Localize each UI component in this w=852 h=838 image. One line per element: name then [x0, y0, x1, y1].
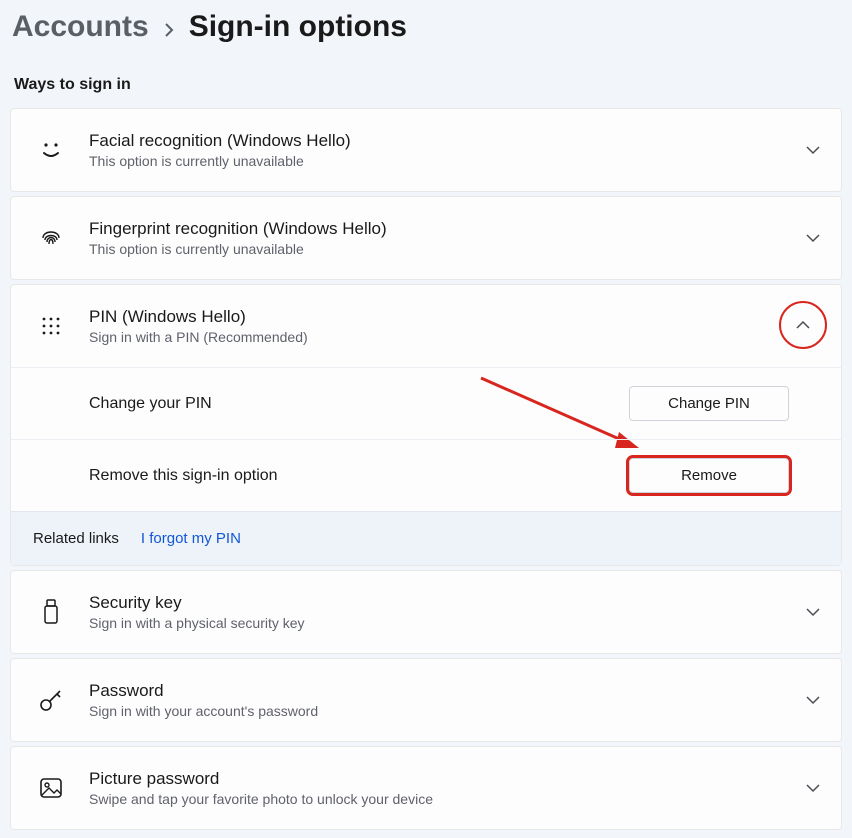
chevron-right-icon: [163, 22, 175, 38]
chevron-down-icon: [805, 233, 821, 243]
fingerprint-icon: [33, 226, 69, 250]
option-fingerprint-subtitle: This option is currently unavailable: [89, 241, 789, 257]
pin-change-row: Change your PIN Change PIN: [11, 367, 841, 439]
option-pin-header[interactable]: PIN (Windows Hello) Sign in with a PIN (…: [11, 285, 841, 367]
pin-remove-label: Remove this sign-in option: [89, 467, 278, 485]
section-header: Ways to sign in: [10, 46, 842, 108]
option-pin-subtitle: Sign in with a PIN (Recommended): [89, 329, 789, 345]
option-face-subtitle: This option is currently unavailable: [89, 153, 789, 169]
option-password: Password Sign in with your account's pas…: [10, 658, 842, 742]
page-title: Sign-in options: [189, 10, 407, 44]
chevron-up-icon: [779, 301, 827, 349]
image-icon: [33, 777, 69, 799]
option-password-title: Password: [89, 681, 789, 701]
chevron-down-icon: [805, 695, 821, 705]
option-picture-password-subtitle: Swipe and tap your favorite photo to unl…: [89, 791, 789, 807]
option-pin-title: PIN (Windows Hello): [89, 307, 789, 327]
remove-pin-button[interactable]: Remove: [629, 458, 789, 493]
forgot-pin-link[interactable]: I forgot my PIN: [141, 530, 241, 547]
option-fingerprint: Fingerprint recognition (Windows Hello) …: [10, 196, 842, 280]
pin-remove-row: Remove this sign-in option Remove: [11, 439, 841, 511]
option-picture-password-header[interactable]: Picture password Swipe and tap your favo…: [11, 747, 841, 829]
option-face-title: Facial recognition (Windows Hello): [89, 131, 789, 151]
option-security-key: Security key Sign in with a physical sec…: [10, 570, 842, 654]
pin-related-links: Related links I forgot my PIN: [11, 511, 841, 565]
face-icon: [33, 139, 69, 161]
option-security-key-title: Security key: [89, 593, 789, 613]
option-face-header[interactable]: Facial recognition (Windows Hello) This …: [11, 109, 841, 191]
pin-keypad-icon: [33, 315, 69, 337]
option-face: Facial recognition (Windows Hello) This …: [10, 108, 842, 192]
option-fingerprint-header[interactable]: Fingerprint recognition (Windows Hello) …: [11, 197, 841, 279]
option-password-header[interactable]: Password Sign in with your account's pas…: [11, 659, 841, 741]
chevron-down-icon: [805, 145, 821, 155]
option-fingerprint-title: Fingerprint recognition (Windows Hello): [89, 219, 789, 239]
option-security-key-header[interactable]: Security key Sign in with a physical sec…: [11, 571, 841, 653]
option-password-subtitle: Sign in with your account's password: [89, 703, 789, 719]
breadcrumb-parent[interactable]: Accounts: [12, 10, 149, 44]
breadcrumb: Accounts Sign-in options: [10, 0, 842, 46]
change-pin-button[interactable]: Change PIN: [629, 386, 789, 421]
related-links-label: Related links: [33, 530, 119, 547]
option-pin: PIN (Windows Hello) Sign in with a PIN (…: [10, 284, 842, 566]
key-icon: [33, 687, 69, 713]
chevron-down-icon: [805, 607, 821, 617]
option-picture-password-title: Picture password: [89, 769, 789, 789]
pin-change-label: Change your PIN: [89, 395, 212, 413]
chevron-down-icon: [805, 783, 821, 793]
usb-key-icon: [33, 599, 69, 625]
option-security-key-subtitle: Sign in with a physical security key: [89, 615, 789, 631]
option-picture-password: Picture password Swipe and tap your favo…: [10, 746, 842, 830]
